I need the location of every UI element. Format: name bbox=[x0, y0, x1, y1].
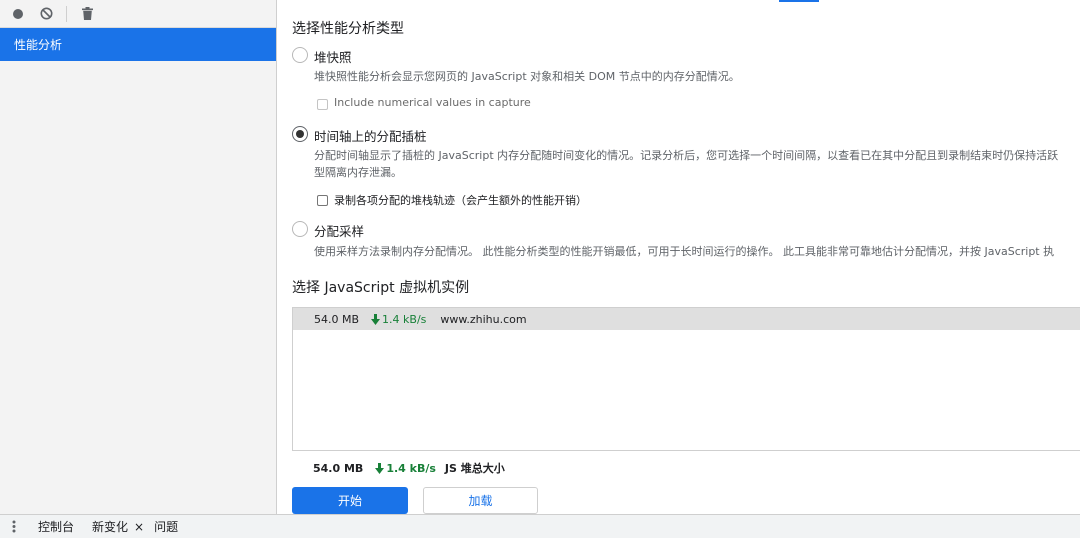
tab-issues[interactable]: 问题 bbox=[154, 518, 178, 535]
tab-whats-new[interactable]: 新变化 × bbox=[92, 518, 144, 535]
drawer-tabbar: 控制台 新变化 × 问题 bbox=[0, 514, 1080, 538]
radio-heap-snapshot[interactable] bbox=[292, 47, 308, 63]
radio-allocation-sampling[interactable] bbox=[292, 221, 308, 237]
option-description-heap-snapshot: 堆快照性能分析会显示您网页的 JavaScript 对象和相关 DOM 节点中的… bbox=[314, 70, 740, 83]
option-label-allocation-timeline: 时间轴上的分配插桩 bbox=[314, 129, 427, 144]
vm-instance-list: 54.0 MB 1.4 kB/s www.zhihu.com bbox=[292, 307, 1080, 451]
vm-heap-size: 54.0 MB bbox=[314, 312, 360, 326]
clear-icon[interactable] bbox=[38, 6, 54, 22]
sidebar-item-profiles[interactable]: 性能分析 bbox=[0, 28, 276, 61]
summary-heap-rate: 1.4 kB/s bbox=[375, 462, 436, 475]
arrow-down-icon bbox=[371, 313, 381, 325]
sidebar-item-label: 性能分析 bbox=[14, 38, 63, 52]
option-label-allocation-sampling: 分配采样 bbox=[314, 224, 365, 239]
radio-allocation-timeline[interactable] bbox=[292, 126, 308, 142]
toolbar-divider bbox=[66, 5, 67, 22]
tab-console-label: 控制台 bbox=[38, 520, 75, 534]
vm-instance-row[interactable]: 54.0 MB 1.4 kB/s www.zhihu.com bbox=[293, 308, 1080, 330]
summary-heap-rate-value: 1.4 kB/s bbox=[386, 461, 436, 475]
devtools-memory-panel: 性能分析 选择性能分析类型 堆快照 堆快照性能分析会显示您网页的 JavaScr… bbox=[0, 0, 1080, 538]
summary-label: JS 堆总大小 bbox=[444, 462, 505, 475]
sidebar-toolbar bbox=[0, 0, 276, 28]
checkbox-label-include-numerical-values: Include numerical values in capture bbox=[334, 96, 531, 109]
profiles-sidebar: 性能分析 bbox=[0, 0, 277, 514]
vm-heap-rate: 1.4 kB/s bbox=[371, 313, 426, 326]
section-title-vm-instance: 选择 JavaScript 虚拟机实例 bbox=[292, 280, 470, 296]
option-description-allocation-timeline-line2: 型隔离内存泄漏。 bbox=[314, 166, 402, 179]
option-description-allocation-timeline-line1: 分配时间轴显示了插桩的 JavaScript 内存分配随时间变化的情况。记录分析… bbox=[314, 149, 1059, 162]
vm-heap-rate-value: 1.4 kB/s bbox=[382, 312, 427, 326]
kebab-menu-icon[interactable] bbox=[0, 520, 28, 533]
checkbox-label-record-stack-traces: 录制各项分配的堆栈轨迹（会产生额外的性能开销） bbox=[334, 194, 587, 207]
tab-whats-new-label: 新变化 bbox=[92, 520, 129, 534]
profile-launcher: 选择性能分析类型 堆快照 堆快照性能分析会显示您网页的 JavaScript 对… bbox=[277, 0, 1080, 514]
vm-host: www.zhihu.com bbox=[440, 312, 527, 326]
load-button[interactable]: 加载 bbox=[423, 487, 538, 514]
tab-underline bbox=[779, 0, 819, 2]
tab-console[interactable]: 控制台 bbox=[38, 518, 74, 535]
trash-icon[interactable] bbox=[79, 6, 95, 22]
summary-heap-size: 54.0 MB bbox=[313, 461, 364, 475]
checkbox-include-numerical-values[interactable] bbox=[317, 99, 328, 110]
record-icon[interactable] bbox=[10, 6, 26, 22]
tab-issues-label: 问题 bbox=[154, 520, 179, 534]
start-button[interactable]: 开始 bbox=[292, 487, 408, 514]
js-heap-summary: 54.0 MB 1.4 kB/s JS 堆总大小 bbox=[313, 460, 505, 476]
close-icon[interactable]: × bbox=[134, 520, 144, 534]
section-title-profile-type: 选择性能分析类型 bbox=[292, 21, 404, 37]
checkbox-record-stack-traces[interactable] bbox=[317, 195, 328, 206]
option-label-heap-snapshot: 堆快照 bbox=[314, 50, 352, 65]
option-description-allocation-sampling: 使用采样方法录制内存分配情况。 此性能分析类型的性能开销最低，可用于长时间运行的… bbox=[314, 245, 1055, 258]
arrow-down-icon bbox=[375, 462, 385, 474]
